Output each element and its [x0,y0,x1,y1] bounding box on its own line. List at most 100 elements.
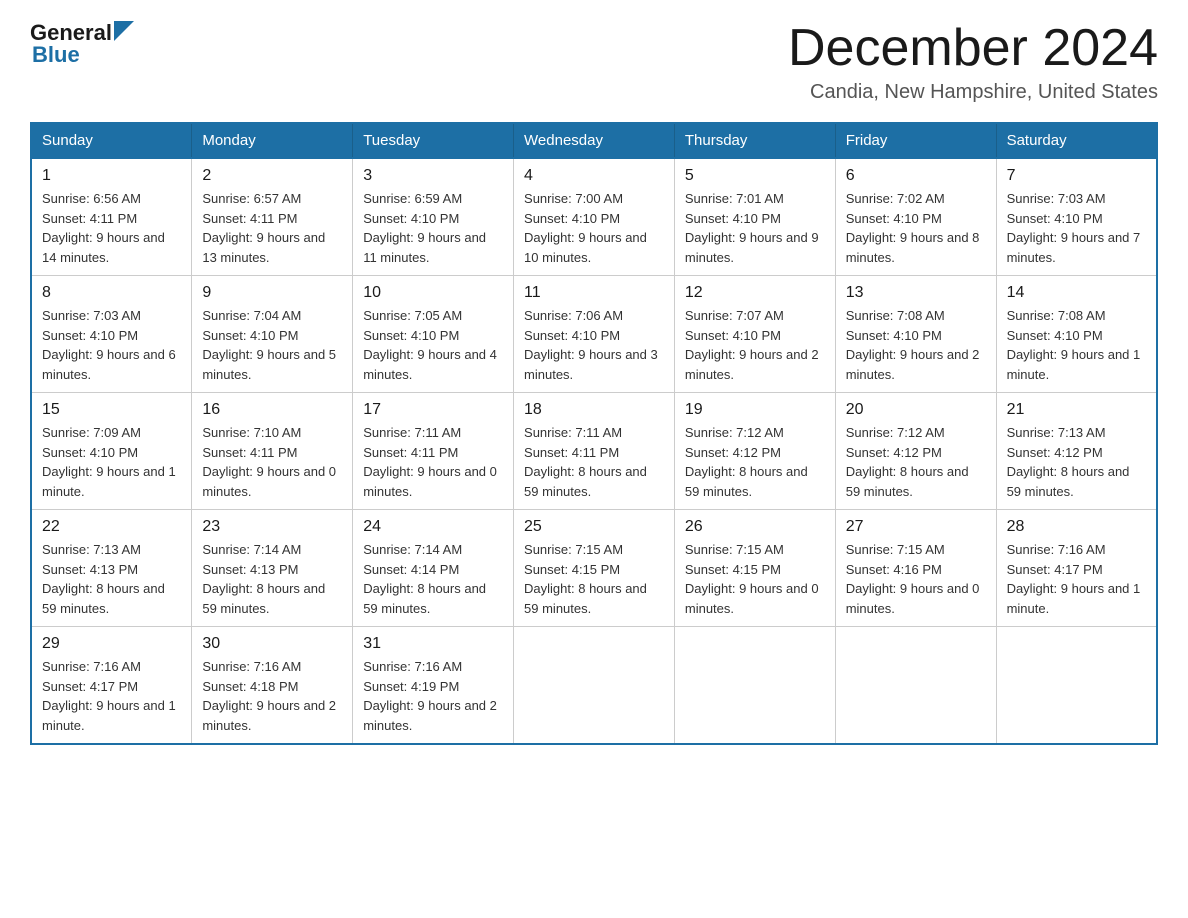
day-number: 29 [42,635,181,653]
weekday-header-wednesday: Wednesday [514,123,675,158]
day-info: Sunrise: 7:15 AMSunset: 4:16 PMDaylight:… [846,540,986,618]
day-info: Sunrise: 7:14 AMSunset: 4:14 PMDaylight:… [363,540,503,618]
day-info: Sunrise: 7:03 AMSunset: 4:10 PMDaylight:… [1007,189,1146,267]
day-info: Sunrise: 6:56 AMSunset: 4:11 PMDaylight:… [42,189,181,267]
calendar-cell: 30 Sunrise: 7:16 AMSunset: 4:18 PMDayligh… [192,627,353,745]
day-number: 17 [363,401,503,419]
day-info: Sunrise: 7:06 AMSunset: 4:10 PMDaylight:… [524,306,664,384]
day-info: Sunrise: 7:08 AMSunset: 4:10 PMDaylight:… [846,306,986,384]
weekday-header-friday: Friday [835,123,996,158]
calendar-cell: 21 Sunrise: 7:13 AMSunset: 4:12 PMDayligh… [996,393,1157,510]
day-info: Sunrise: 6:59 AMSunset: 4:10 PMDaylight:… [363,189,503,267]
day-info: Sunrise: 7:16 AMSunset: 4:18 PMDaylight:… [202,657,342,735]
day-info: Sunrise: 7:16 AMSunset: 4:19 PMDaylight:… [363,657,503,735]
calendar-cell: 31 Sunrise: 7:16 AMSunset: 4:19 PMDayligh… [353,627,514,745]
calendar-cell [996,627,1157,745]
day-info: Sunrise: 7:11 AMSunset: 4:11 PMDaylight:… [363,423,503,501]
day-number: 15 [42,401,181,419]
calendar-cell: 14 Sunrise: 7:08 AMSunset: 4:10 PMDayligh… [996,276,1157,393]
calendar-cell [835,627,996,745]
week-row-4: 22 Sunrise: 7:13 AMSunset: 4:13 PMDayligh… [31,510,1157,627]
week-row-1: 1 Sunrise: 6:56 AMSunset: 4:11 PMDaylight… [31,158,1157,276]
day-number: 11 [524,284,664,302]
day-number: 25 [524,518,664,536]
calendar-cell [674,627,835,745]
day-info: Sunrise: 7:00 AMSunset: 4:10 PMDaylight:… [524,189,664,267]
day-number: 7 [1007,167,1146,185]
calendar-cell: 7 Sunrise: 7:03 AMSunset: 4:10 PMDaylight… [996,158,1157,276]
day-info: Sunrise: 7:16 AMSunset: 4:17 PMDaylight:… [1007,540,1146,618]
calendar-cell: 19 Sunrise: 7:12 AMSunset: 4:12 PMDayligh… [674,393,835,510]
day-info: Sunrise: 7:10 AMSunset: 4:11 PMDaylight:… [202,423,342,501]
calendar-cell: 11 Sunrise: 7:06 AMSunset: 4:10 PMDayligh… [514,276,675,393]
calendar-cell: 22 Sunrise: 7:13 AMSunset: 4:13 PMDayligh… [31,510,192,627]
day-info: Sunrise: 7:16 AMSunset: 4:17 PMDaylight:… [42,657,181,735]
calendar-cell: 29 Sunrise: 7:16 AMSunset: 4:17 PMDayligh… [31,627,192,745]
day-number: 14 [1007,284,1146,302]
day-number: 22 [42,518,181,536]
day-info: Sunrise: 6:57 AMSunset: 4:11 PMDaylight:… [202,189,342,267]
calendar-cell: 26 Sunrise: 7:15 AMSunset: 4:15 PMDayligh… [674,510,835,627]
day-number: 21 [1007,401,1146,419]
calendar-cell [514,627,675,745]
calendar-cell: 16 Sunrise: 7:10 AMSunset: 4:11 PMDayligh… [192,393,353,510]
calendar-cell: 13 Sunrise: 7:08 AMSunset: 4:10 PMDayligh… [835,276,996,393]
location-label: Candia, New Hampshire, United States [788,81,1158,104]
day-info: Sunrise: 7:07 AMSunset: 4:10 PMDaylight:… [685,306,825,384]
day-info: Sunrise: 7:12 AMSunset: 4:12 PMDaylight:… [846,423,986,501]
day-number: 27 [846,518,986,536]
day-info: Sunrise: 7:15 AMSunset: 4:15 PMDaylight:… [685,540,825,618]
day-info: Sunrise: 7:09 AMSunset: 4:10 PMDaylight:… [42,423,181,501]
calendar-cell: 12Sunrise: 7:07 AMSunset: 4:10 PMDayligh… [674,276,835,393]
week-row-5: 29 Sunrise: 7:16 AMSunset: 4:17 PMDayligh… [31,627,1157,745]
day-info: Sunrise: 7:13 AMSunset: 4:12 PMDaylight:… [1007,423,1146,501]
day-info: Sunrise: 7:11 AMSunset: 4:11 PMDaylight:… [524,423,664,501]
calendar-cell: 9 Sunrise: 7:04 AMSunset: 4:10 PMDaylight… [192,276,353,393]
week-row-3: 15 Sunrise: 7:09 AMSunset: 4:10 PMDayligh… [31,393,1157,510]
day-number: 16 [202,401,342,419]
day-number: 23 [202,518,342,536]
page-header: General Blue December 2024 Candia, New H… [30,20,1158,104]
day-number: 1 [42,167,181,185]
day-info: Sunrise: 7:08 AMSunset: 4:10 PMDaylight:… [1007,306,1146,384]
day-number: 26 [685,518,825,536]
day-info: Sunrise: 7:02 AMSunset: 4:10 PMDaylight:… [846,189,986,267]
week-row-2: 8Sunrise: 7:03 AMSunset: 4:10 PMDaylight… [31,276,1157,393]
calendar-cell: 24 Sunrise: 7:14 AMSunset: 4:14 PMDayligh… [353,510,514,627]
calendar-cell: 4Sunrise: 7:00 AMSunset: 4:10 PMDaylight… [514,158,675,276]
month-title: December 2024 [788,20,1158,77]
day-number: 24 [363,518,503,536]
day-number: 18 [524,401,664,419]
calendar-cell: 2Sunrise: 6:57 AMSunset: 4:11 PMDaylight… [192,158,353,276]
logo-blue-text: Blue [32,42,80,68]
calendar-cell: 25Sunrise: 7:15 AMSunset: 4:15 PMDayligh… [514,510,675,627]
calendar-cell: 28Sunrise: 7:16 AMSunset: 4:17 PMDayligh… [996,510,1157,627]
calendar-cell: 15 Sunrise: 7:09 AMSunset: 4:10 PMDayligh… [31,393,192,510]
weekday-header-thursday: Thursday [674,123,835,158]
day-number: 20 [846,401,986,419]
day-number: 31 [363,635,503,653]
weekday-header-saturday: Saturday [996,123,1157,158]
calendar-cell: 3 Sunrise: 6:59 AMSunset: 4:10 PMDaylight… [353,158,514,276]
day-number: 30 [202,635,342,653]
day-number: 19 [685,401,825,419]
weekday-header-tuesday: Tuesday [353,123,514,158]
weekday-header-sunday: Sunday [31,123,192,158]
day-number: 5 [685,167,825,185]
logo: General Blue [30,20,134,68]
calendar-cell: 20 Sunrise: 7:12 AMSunset: 4:12 PMDayligh… [835,393,996,510]
day-info: Sunrise: 7:04 AMSunset: 4:10 PMDaylight:… [202,306,342,384]
day-info: Sunrise: 7:13 AMSunset: 4:13 PMDaylight:… [42,540,181,618]
calendar-cell: 17 Sunrise: 7:11 AMSunset: 4:11 PMDayligh… [353,393,514,510]
day-number: 9 [202,284,342,302]
day-info: Sunrise: 7:03 AMSunset: 4:10 PMDaylight:… [42,306,181,384]
calendar-cell: 23Sunrise: 7:14 AMSunset: 4:13 PMDayligh… [192,510,353,627]
calendar-cell: 18 Sunrise: 7:11 AMSunset: 4:11 PMDayligh… [514,393,675,510]
calendar-cell: 6 Sunrise: 7:02 AMSunset: 4:10 PMDaylight… [835,158,996,276]
weekday-header-row: SundayMondayTuesdayWednesdayThursdayFrid… [31,123,1157,158]
day-info: Sunrise: 7:12 AMSunset: 4:12 PMDaylight:… [685,423,825,501]
day-number: 6 [846,167,986,185]
day-number: 13 [846,284,986,302]
day-number: 3 [363,167,503,185]
weekday-header-monday: Monday [192,123,353,158]
